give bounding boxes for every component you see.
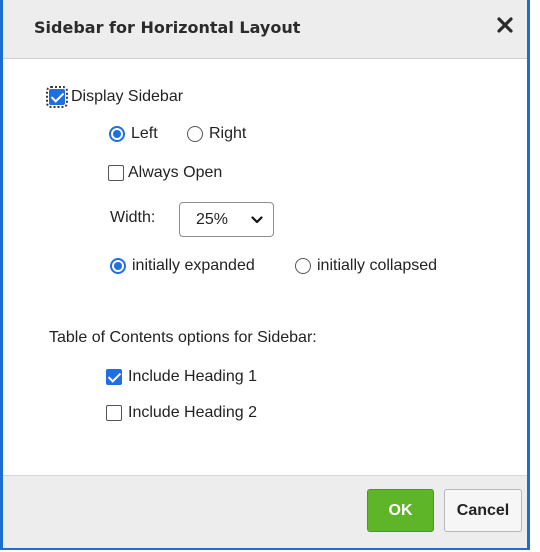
sidebar-dialog: Sidebar for Horizontal Layout Display Si… [0, 0, 530, 550]
dialog-title: Sidebar for Horizontal Layout [34, 18, 301, 37]
initially-collapsed-option[interactable]: initially collapsed [295, 257, 437, 275]
initially-collapsed-label: initially collapsed [317, 257, 438, 274]
position-left-radio[interactable] [109, 126, 125, 142]
include-heading2-label: Include Heading 2 [128, 404, 257, 421]
width-label-row: Width: [110, 209, 155, 227]
include-heading2-checkbox[interactable] [106, 405, 122, 421]
width-select-value: 25% [196, 210, 229, 228]
position-right-radio[interactable] [187, 126, 203, 142]
position-right-label: Right [209, 125, 247, 142]
display-sidebar-option[interactable]: Display Sidebar [46, 86, 184, 108]
dialog-title-bar: Sidebar for Horizontal Layout [3, 0, 527, 59]
width-select[interactable]: 25% [179, 202, 274, 237]
include-heading2-option[interactable]: Include Heading 2 [106, 404, 257, 422]
position-left-option[interactable]: Left [109, 125, 158, 143]
display-sidebar-label: Display Sidebar [71, 88, 184, 105]
position-right-option[interactable]: Right [187, 125, 246, 143]
include-heading1-option[interactable]: Include Heading 1 [106, 368, 257, 386]
initially-expanded-option[interactable]: initially expanded [110, 257, 255, 275]
initially-expanded-label: initially expanded [132, 257, 255, 274]
always-open-checkbox[interactable] [108, 165, 124, 181]
include-heading1-label: Include Heading 1 [128, 368, 257, 385]
width-label: Width: [110, 209, 156, 226]
include-heading1-checkbox[interactable] [106, 369, 122, 385]
display-sidebar-checkbox[interactable] [46, 86, 68, 108]
always-open-option[interactable]: Always Open [108, 164, 222, 182]
toc-heading: Table of Contents options for Sidebar: [49, 329, 317, 346]
position-left-label: Left [131, 125, 158, 142]
always-open-label: Always Open [128, 164, 223, 181]
initially-collapsed-radio[interactable] [295, 258, 311, 274]
ok-button[interactable]: OK [367, 489, 434, 532]
cancel-button[interactable]: Cancel [444, 489, 522, 532]
close-icon[interactable] [493, 13, 517, 37]
chevron-down-icon [251, 216, 263, 224]
initially-expanded-radio[interactable] [110, 258, 126, 274]
toc-heading-row: Table of Contents options for Sidebar: [49, 329, 317, 347]
dialog-footer: OK Cancel [3, 475, 527, 548]
